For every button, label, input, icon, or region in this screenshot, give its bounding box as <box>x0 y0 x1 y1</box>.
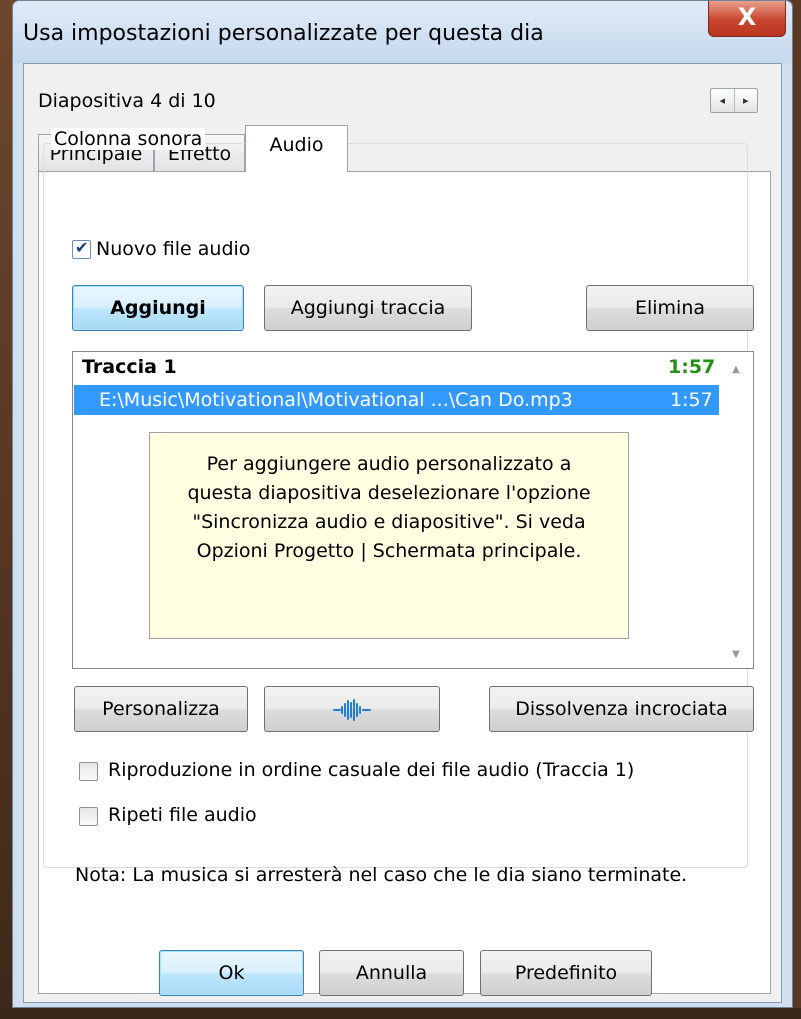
close-button[interactable]: X <box>708 1 786 37</box>
soundtrack-group-label: Colonna sonora <box>51 128 206 150</box>
prev-slide-button[interactable]: ◂ <box>711 89 735 112</box>
new-audio-label[interactable]: Nuovo file audio <box>96 238 250 260</box>
slide-nav-spinner: ◂ ▸ <box>710 88 758 113</box>
desktop-background-bottom <box>0 1008 801 1019</box>
checkmark-icon: ✔ <box>75 238 89 257</box>
track-duration: 1:57 <box>668 356 716 378</box>
add-button[interactable]: Aggiungi <box>72 285 244 331</box>
waveform-icon <box>333 698 371 721</box>
cancel-button[interactable]: Annulla <box>319 950 464 996</box>
waveform-button[interactable] <box>264 686 440 732</box>
info-note-line: questa diapositiva deselezionare l'opzio… <box>187 482 591 504</box>
close-icon: X <box>737 3 757 31</box>
default-button[interactable]: Predefinito <box>480 950 652 996</box>
window-title: Usa impostazioni personalizzate per ques… <box>23 21 544 46</box>
list-scrollbar[interactable]: ▲ ▼ <box>719 352 753 668</box>
slide-counter: Diapositiva 4 di 10 <box>38 90 216 112</box>
info-note-line: Per aggiungere audio personalizzato a <box>206 453 572 475</box>
repeat-label[interactable]: Ripeti file audio <box>108 804 257 826</box>
next-slide-button[interactable]: ▸ <box>735 89 758 112</box>
add-track-button[interactable]: Aggiungi traccia <box>264 285 472 331</box>
scroll-down-icon[interactable]: ▼ <box>719 649 753 660</box>
crossfade-button[interactable]: Dissolvenza incrociata <box>489 686 754 732</box>
track-list[interactable]: Traccia 1 1:57 E:\Music\Motivational\Mot… <box>72 351 754 669</box>
info-note-line: Opzioni Progetto | Schermata principale. <box>196 540 582 562</box>
scroll-up-icon[interactable]: ▲ <box>719 364 753 375</box>
customize-button[interactable]: Personalizza <box>74 686 248 732</box>
tab-audio[interactable]: Audio <box>245 125 348 172</box>
ok-button[interactable]: Ok <box>159 950 304 996</box>
file-duration: 1:57 <box>670 389 713 411</box>
info-note-line: "Sincronizza audio e diapositive". Si ve… <box>192 511 586 533</box>
new-audio-checkbox[interactable]: ✔ <box>72 238 91 259</box>
title-bar[interactable]: Usa impostazioni personalizzate per ques… <box>13 1 792 63</box>
list-item-selected[interactable]: E:\Music\Motivational\Motivational ...\C… <box>74 385 719 415</box>
repeat-checkbox[interactable] <box>79 807 98 826</box>
shuffle-label[interactable]: Riproduzione in ordine casuale dei file … <box>108 759 634 781</box>
delete-button[interactable]: Elimina <box>586 285 754 331</box>
track-name[interactable]: Traccia 1 <box>82 356 177 378</box>
info-note: Per aggiungere audio personalizzato a qu… <box>149 432 629 639</box>
music-stop-note: Nota: La musica si arresterà nel caso ch… <box>75 864 688 886</box>
file-path: E:\Music\Motivational\Motivational ...\C… <box>99 389 573 411</box>
dialog-window: Usa impostazioni personalizzate per ques… <box>12 0 793 1008</box>
shuffle-checkbox[interactable] <box>79 762 98 781</box>
